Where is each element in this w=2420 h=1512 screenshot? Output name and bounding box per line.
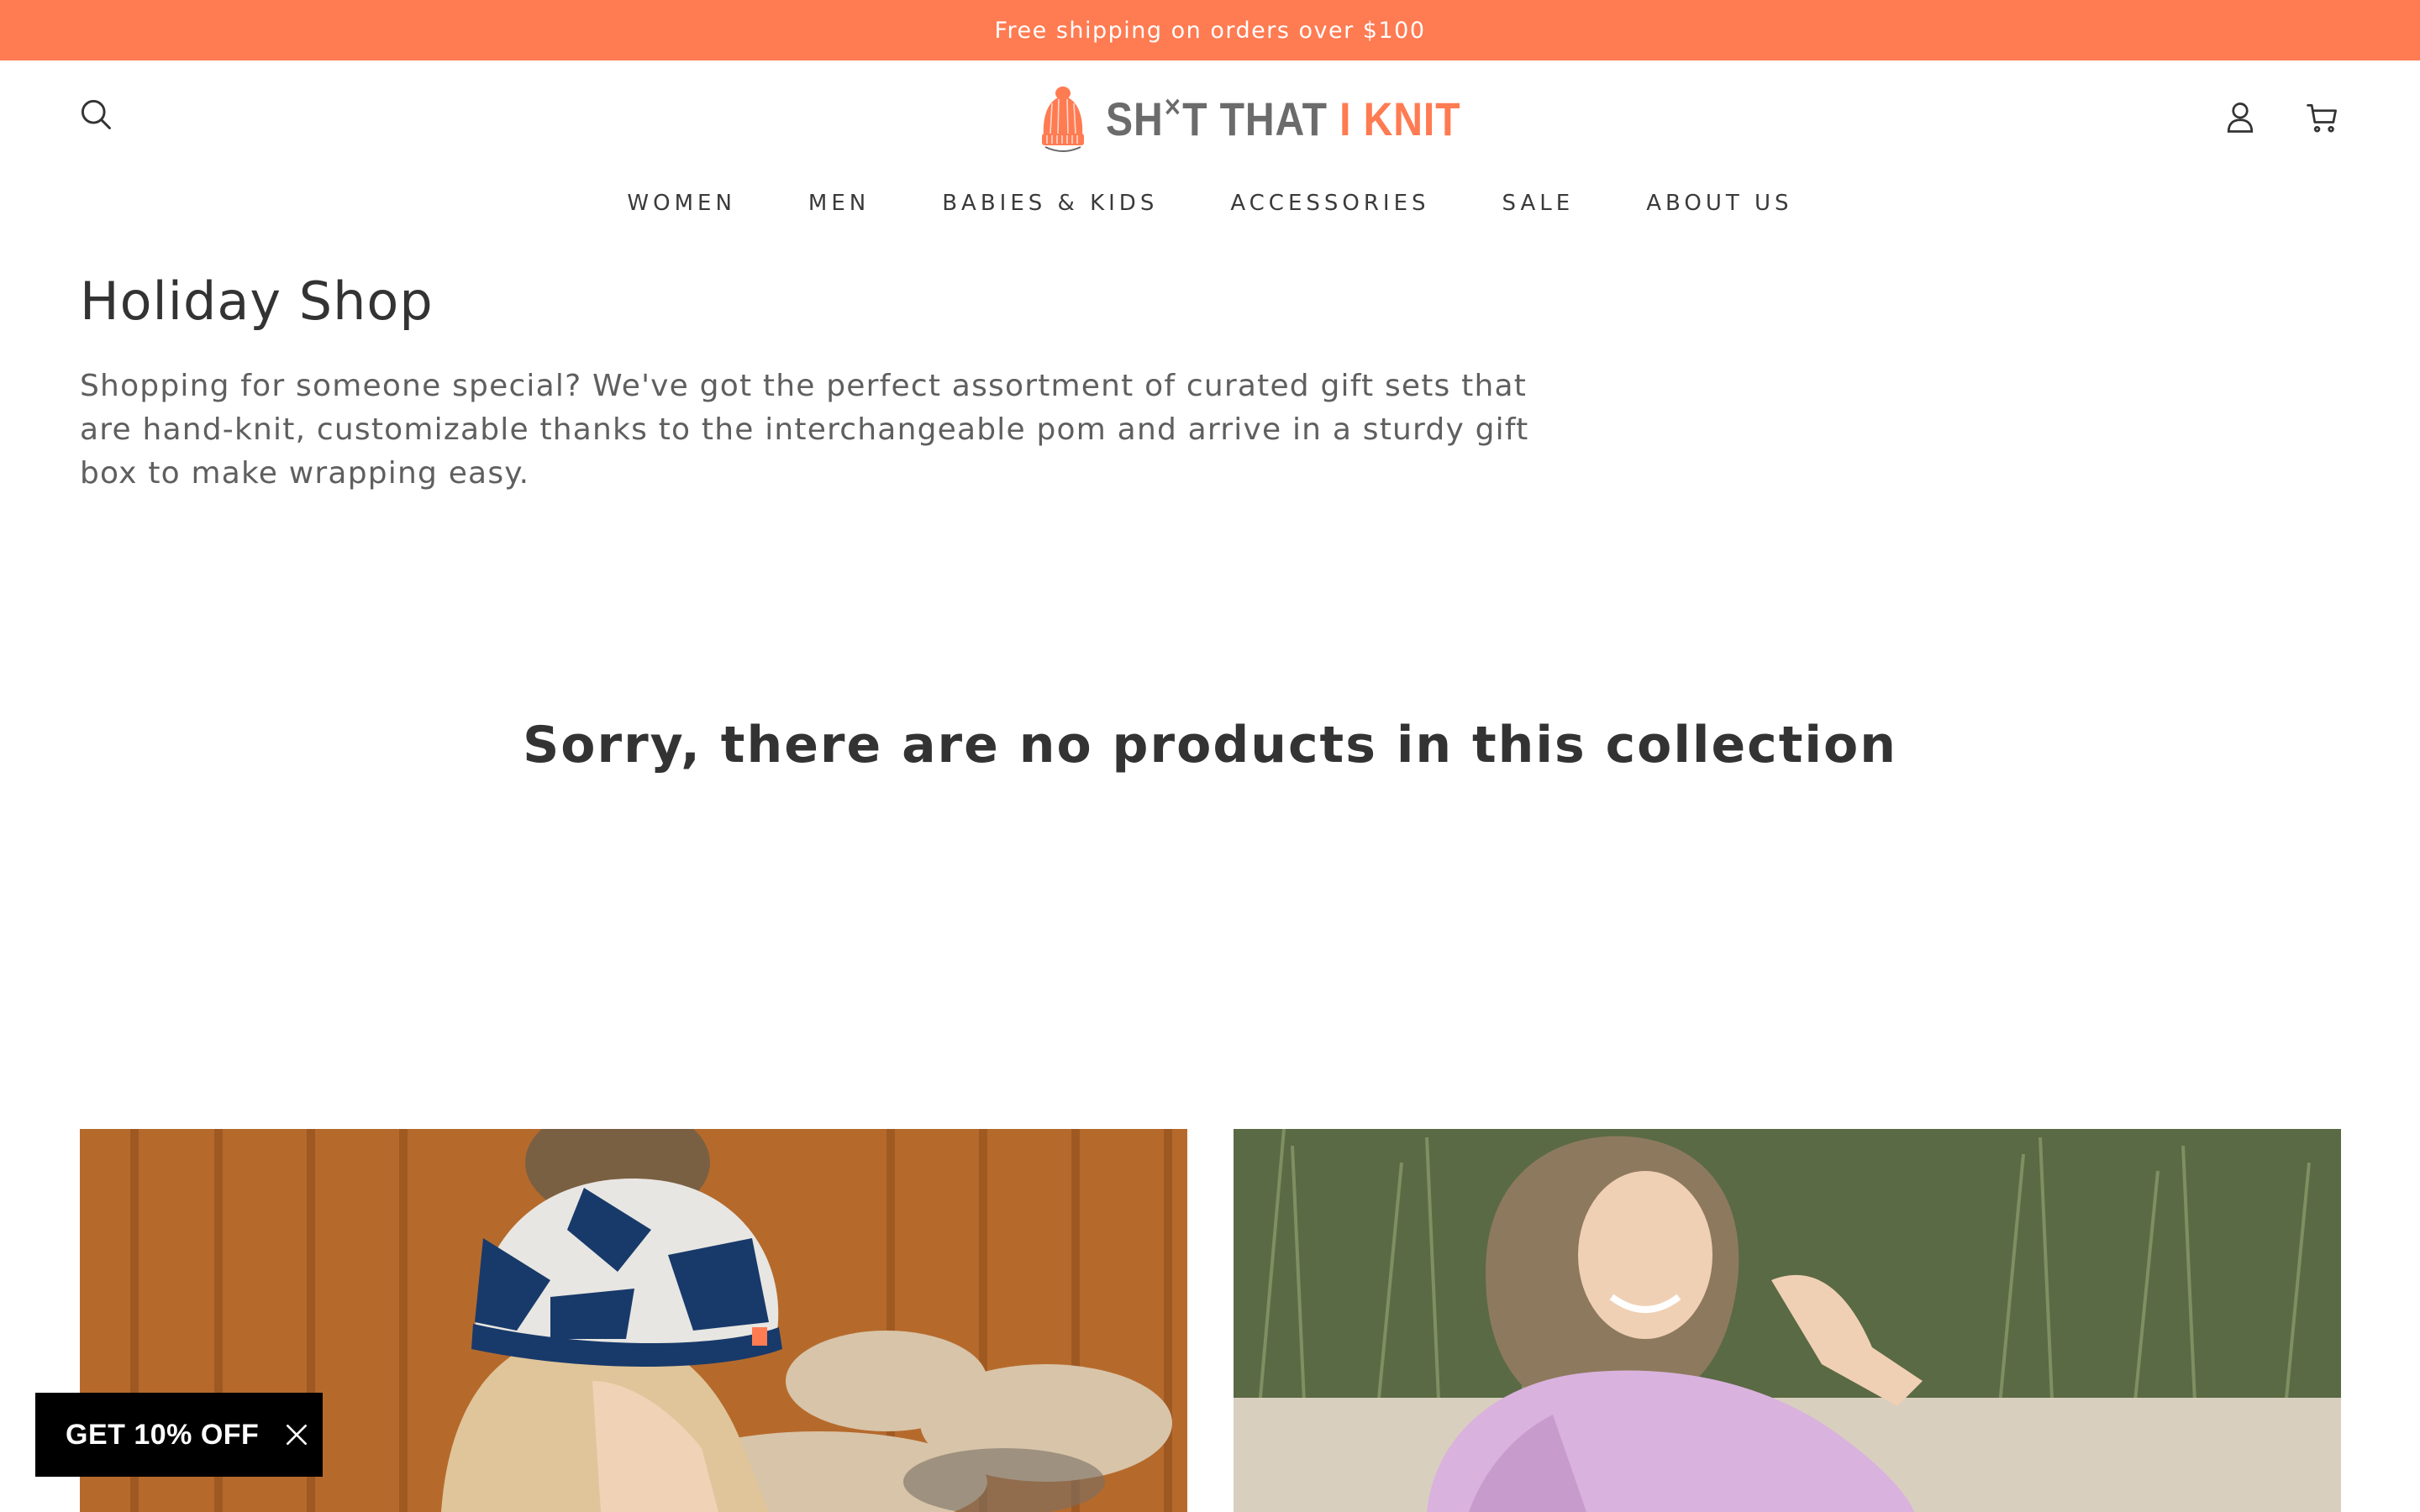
- discount-popup-tab[interactable]: GET 10% OFF: [35, 1393, 323, 1477]
- cart-icon: [2307, 103, 2337, 133]
- main-navigation: WOMEN MEN BABIES & KIDS ACCESSORIES SALE…: [0, 185, 2420, 222]
- account-button[interactable]: [2217, 94, 2264, 141]
- collection-description: Shopping for someone special? We've got …: [80, 369, 1529, 491]
- promo-image-wrap[interactable]: [1234, 1129, 2341, 1512]
- close-discount-button[interactable]: [282, 1420, 311, 1449]
- nav-item-about-us[interactable]: ABOUT US: [1646, 185, 1792, 222]
- wrap-photo: [1234, 1129, 2341, 1512]
- empty-collection-message: Sorry, there are no products in this col…: [523, 716, 1897, 774]
- needles-x-icon: ✕: [1163, 94, 1183, 122]
- close-icon: [287, 1425, 308, 1445]
- nav-item-babies-kids[interactable]: BABIES & KIDS: [942, 185, 1158, 222]
- page-title: Holiday Shop: [80, 270, 434, 332]
- search-icon: [81, 99, 111, 129]
- site-logo[interactable]: SH✕T THAT I KNIT: [1035, 81, 1518, 158]
- nav-item-accessories[interactable]: ACCESSORIES: [1230, 185, 1429, 222]
- knit-hat-logo-icon: [1035, 83, 1091, 155]
- announcement-text: Free shipping on orders over $100: [994, 17, 1426, 44]
- logo-wordmark: SH✕T THAT I KNIT: [1106, 92, 1461, 145]
- cart-button[interactable]: [2299, 94, 2346, 141]
- search-button[interactable]: [72, 91, 119, 138]
- nav-item-women[interactable]: WOMEN: [627, 185, 735, 222]
- user-icon: [2227, 102, 2254, 133]
- discount-label: GET 10% OFF: [66, 1418, 260, 1451]
- site-header: SH✕T THAT I KNIT WOMEN MEN BABIES & KIDS…: [0, 60, 2420, 262]
- nav-item-sale[interactable]: SALE: [1502, 185, 1575, 222]
- nav-item-men[interactable]: MEN: [808, 185, 870, 222]
- announcement-bar: Free shipping on orders over $100: [0, 0, 2420, 60]
